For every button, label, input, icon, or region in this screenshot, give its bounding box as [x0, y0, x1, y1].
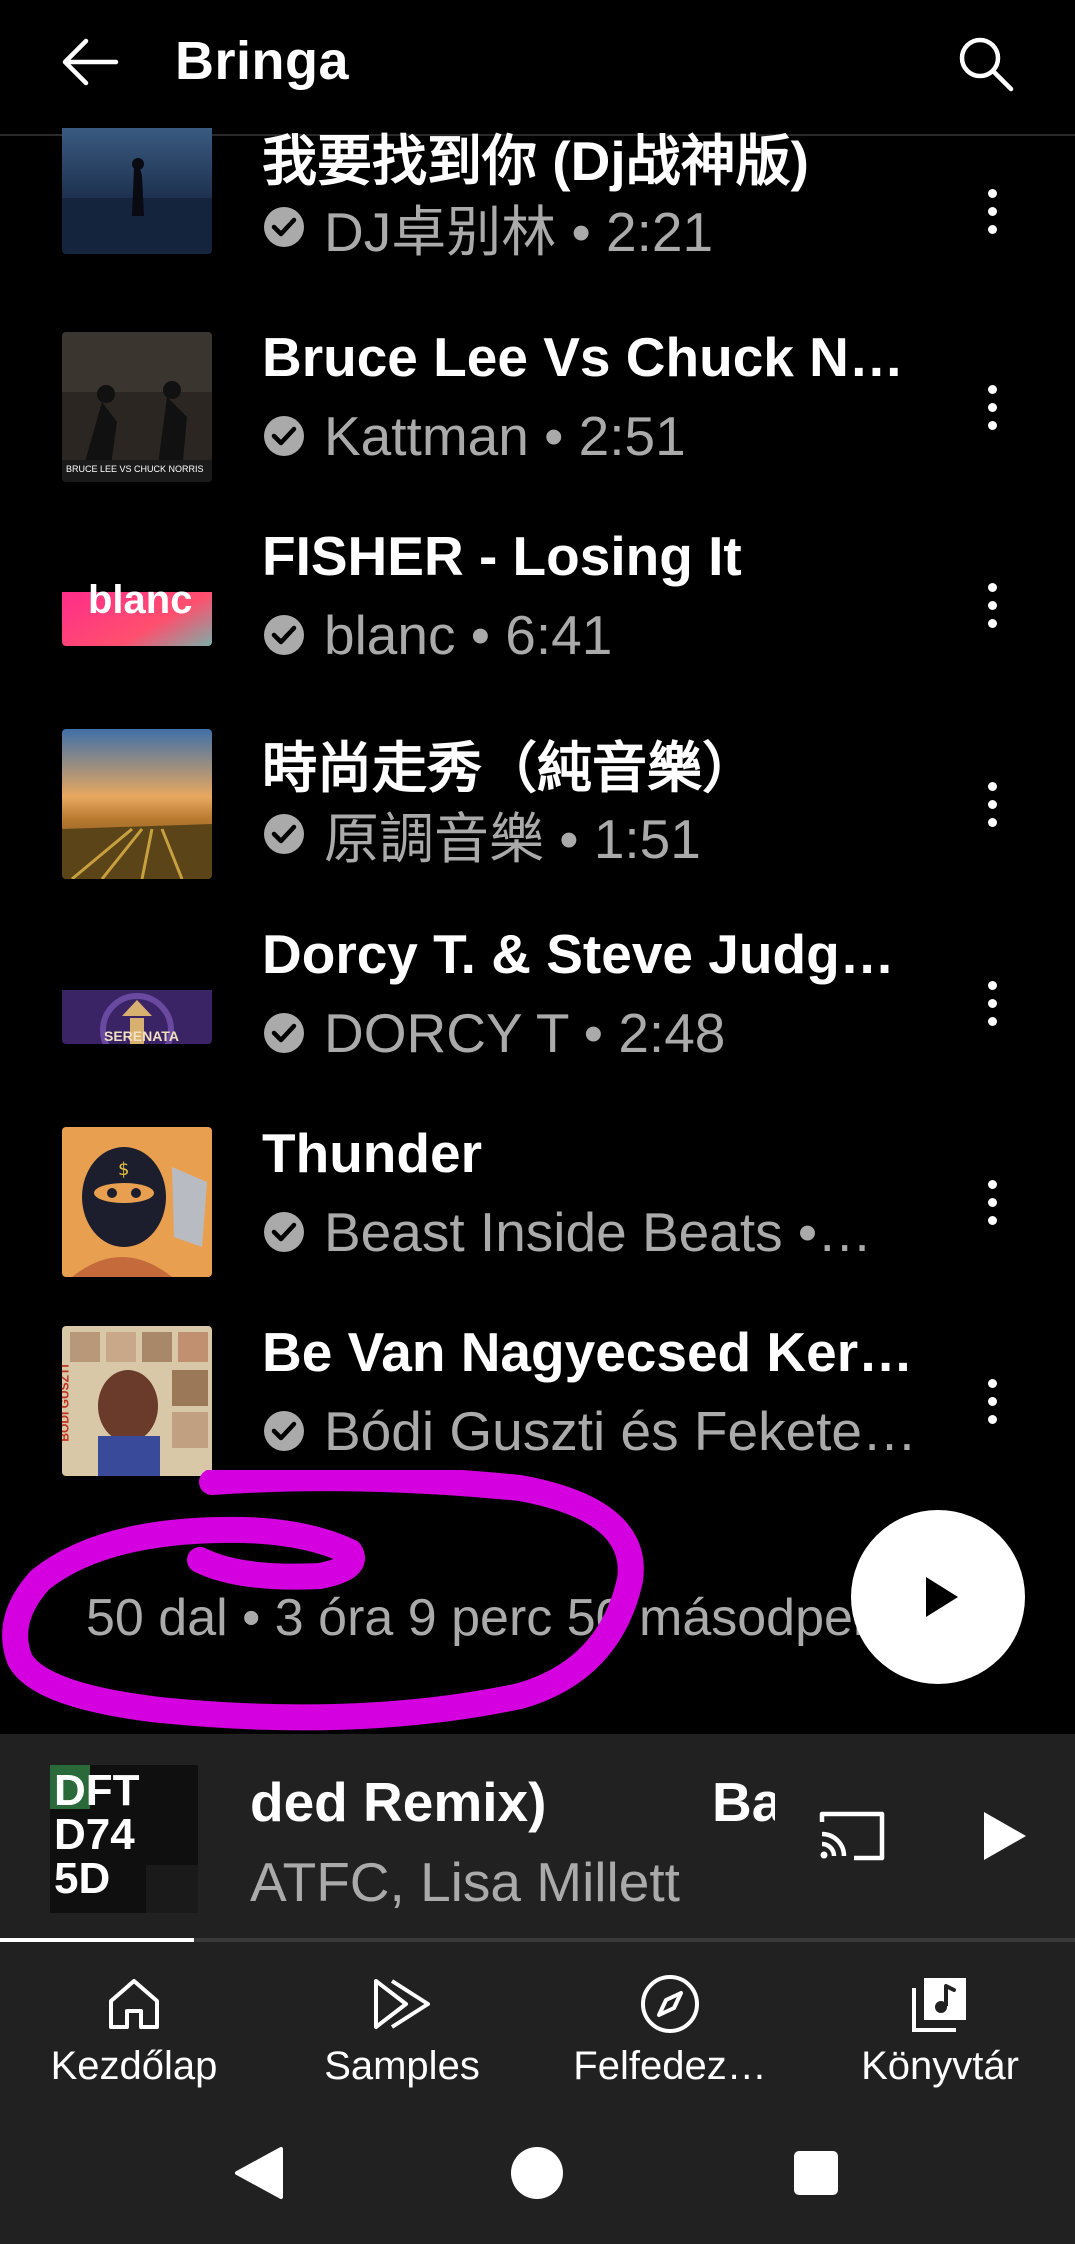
track-row[interactable]: 時尚走秀（純音樂） 原調音樂 • 1:51	[0, 717, 1075, 916]
more-options-icon[interactable]	[968, 166, 1016, 256]
triangle-back-icon	[235, 2147, 283, 2199]
track-meta: DORCY T • 2:48	[324, 1002, 726, 1064]
track-row[interactable]: $ Thunder Beast Inside Beats •…	[0, 1115, 1075, 1314]
system-back-button[interactable]	[213, 2128, 303, 2218]
system-recents-button[interactable]	[771, 2128, 861, 2218]
compass-icon	[641, 1975, 699, 2033]
thumbnail-text: BRUCE LEE VS CHUCK NORRIS	[66, 464, 204, 474]
nav-label: Könyvtár	[861, 2044, 1019, 2088]
thumbnail-text: SERENATA	[104, 1028, 179, 1044]
mini-player-play-button[interactable]	[960, 1794, 1044, 1878]
mini-player-artist: ATFC, Lisa Millett	[250, 1851, 680, 1913]
play-icon	[984, 1812, 1026, 1860]
bottom-navigation: Kezdőlap Samples Felfedez… Könyvtár	[0, 1942, 1075, 2102]
more-options-icon[interactable]	[968, 560, 1016, 650]
track-thumbnail	[62, 729, 212, 879]
page-title: Bringa	[175, 31, 350, 91]
verified-icon	[264, 207, 304, 247]
nav-item-home[interactable]: Kezdőlap	[0, 1942, 268, 2102]
nav-label: Felfedez…	[573, 2044, 767, 2088]
samples-icon	[374, 1979, 430, 2029]
search-icon	[959, 37, 1014, 92]
verified-icon	[264, 1212, 304, 1252]
track-subtitle: blanc • 6:41	[262, 604, 612, 666]
verified-icon	[264, 814, 304, 854]
cast-button[interactable]	[810, 1794, 894, 1878]
nav-item-library[interactable]: Könyvtár	[806, 1942, 1074, 2102]
track-thumbnail	[62, 120, 212, 254]
thumbnail-text: BÓDI GUSZTI	[62, 1364, 72, 1442]
more-options-icon[interactable]	[968, 1157, 1016, 1247]
playlist-summary: 50 dal • 3 óra 9 perc 50 másodperc	[86, 1589, 897, 1647]
thumbnail-text: blanc	[88, 578, 193, 622]
track-title: 我要找到你 (Dj战神版)	[262, 130, 809, 192]
mini-player-title-clip: ded Remix) Ba	[250, 1770, 775, 1840]
mini-player-title: ded Remix)	[250, 1771, 547, 1833]
verified-icon	[264, 615, 304, 655]
track-row[interactable]: 我要找到你 (Dj战神版) DJ卓别林 • 2:21	[0, 120, 1075, 319]
track-subtitle: Bódi Guszti és Fekete…	[262, 1400, 917, 1462]
more-options-icon[interactable]	[968, 759, 1016, 849]
circle-home-icon	[511, 2147, 563, 2199]
track-title: 時尚走秀（純音樂）	[262, 737, 758, 799]
track-subtitle: Kattman • 2:51	[262, 405, 686, 467]
track-subtitle: Beast Inside Beats •…	[262, 1201, 872, 1263]
nav-label: Samples	[324, 2044, 480, 2088]
cast-icon	[819, 1811, 885, 1861]
track-row[interactable]: BRUCE LEE VS CHUCK NORRIS Bruce Lee Vs C…	[0, 319, 1075, 518]
track-meta: Bódi Guszti és Fekete…	[324, 1400, 918, 1462]
verified-icon	[264, 1411, 304, 1451]
mini-player-title-next: Ba	[712, 1771, 775, 1833]
arrow-left-icon	[62, 38, 119, 86]
track-subtitle: DORCY T • 2:48	[262, 1002, 725, 1064]
verified-icon	[264, 416, 304, 456]
mini-player[interactable]: DFT D74 5D ded Remix) Ba ATFC, Lisa Mill…	[0, 1734, 1075, 1942]
track-meta: 原調音樂 • 1:51	[324, 808, 701, 870]
track-subtitle: DJ卓别林 • 2:21	[262, 196, 713, 263]
mini-player-cover: DFT D74 5D	[50, 1765, 198, 1913]
track-thumbnail: BÓDI GUSZTI	[62, 1326, 212, 1476]
nav-item-samples[interactable]: Samples	[268, 1942, 536, 2102]
home-icon	[109, 1979, 159, 2029]
track-thumbnail: blanc	[62, 560, 212, 646]
track-title: Be Van Nagyecsed Kerí…	[262, 1321, 922, 1383]
track-thumbnail: $	[62, 1127, 212, 1277]
more-options-icon[interactable]	[968, 958, 1016, 1048]
track-row[interactable]: blanc FISHER - Losing It blanc • 6:41	[0, 518, 1075, 717]
library-icon	[912, 1978, 966, 2032]
play-all-button[interactable]	[851, 1510, 1025, 1684]
track-subtitle: 原調音樂 • 1:51	[262, 803, 701, 870]
nav-label: Kezdőlap	[50, 2044, 218, 2088]
track-title: Bruce Lee Vs Chuck No…	[262, 326, 922, 388]
square-recents-icon	[794, 2151, 838, 2195]
system-navigation-bar	[0, 2102, 1075, 2244]
track-title: Dorcy T. & Steve Judge…	[262, 923, 922, 985]
system-home-button[interactable]	[492, 2128, 582, 2218]
play-icon	[926, 1577, 958, 1617]
verified-icon	[264, 1013, 304, 1053]
svg-text:$: $	[118, 1159, 129, 1180]
back-button[interactable]	[50, 26, 130, 98]
track-title: Thunder	[262, 1122, 482, 1184]
track-row[interactable]: SERENATA Dorcy T. & Steve Judge… DORCY T…	[0, 916, 1075, 1115]
more-options-icon[interactable]	[968, 362, 1016, 452]
track-meta: blanc • 6:41	[324, 604, 613, 666]
more-options-icon[interactable]	[968, 1356, 1016, 1446]
track-thumbnail: SERENATA	[62, 958, 212, 1044]
nav-item-explore[interactable]: Felfedez…	[536, 1942, 804, 2102]
track-meta: Beast Inside Beats •…	[324, 1201, 873, 1263]
track-row[interactable]: BÓDI GUSZTI Be Van Nagyecsed Kerí… Bódi …	[0, 1314, 1075, 1513]
cover-text: DFT D74 5D	[54, 1766, 140, 1903]
track-meta: DJ卓别林 • 2:21	[324, 201, 714, 263]
search-button[interactable]	[948, 26, 1024, 102]
track-title: FISHER - Losing It	[262, 525, 742, 587]
track-thumbnail: BRUCE LEE VS CHUCK NORRIS	[62, 332, 212, 482]
track-meta: Kattman • 2:51	[324, 405, 686, 467]
